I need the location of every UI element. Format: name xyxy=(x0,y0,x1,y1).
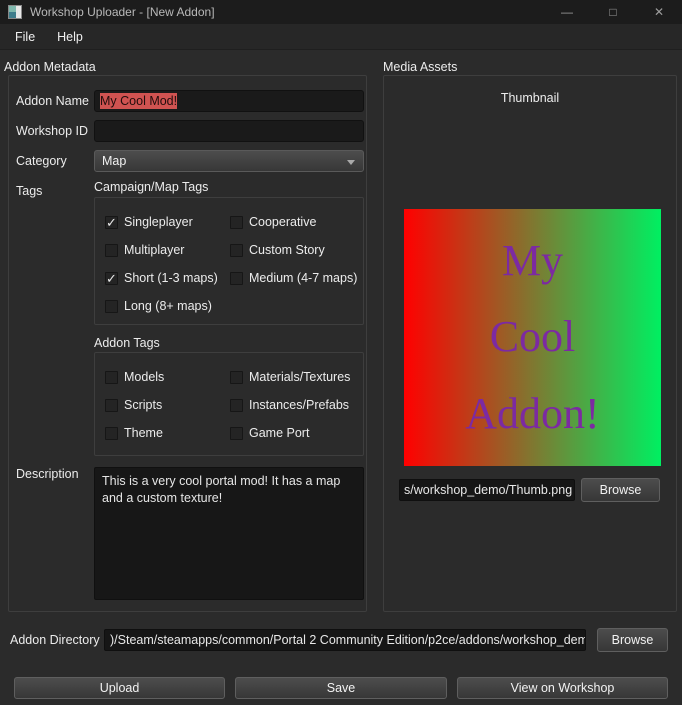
category-label: Category xyxy=(16,150,67,172)
thumbnail-path-input[interactable]: s/workshop_demo/Thumb.png xyxy=(399,479,575,501)
addon-tags-title: Addon Tags xyxy=(94,336,160,350)
media-assets-section-title: Media Assets xyxy=(383,60,457,74)
checkbox-label: Cooperative xyxy=(249,215,316,229)
addon-directory-input[interactable]: )/Steam/steamapps/common/Portal 2 Commun… xyxy=(104,629,586,651)
campaign-tags-title: Campaign/Map Tags xyxy=(94,180,208,194)
checkbox-item[interactable]: Multiplayer xyxy=(105,243,230,257)
checkbox-label: Theme xyxy=(124,426,163,440)
unchecked-checkbox[interactable] xyxy=(230,244,243,257)
checked-checkbox[interactable]: ✓ xyxy=(105,272,118,285)
title-bar[interactable]: Workshop Uploader - [New Addon] — □ ✕ xyxy=(0,0,682,24)
thumbnail-browse-button[interactable]: Browse xyxy=(581,478,660,502)
thumbnail-caption: Thumbnail xyxy=(384,91,676,105)
tags-label: Tags xyxy=(16,180,42,202)
addon-name-label: Addon Name xyxy=(16,90,89,112)
unchecked-checkbox[interactable] xyxy=(105,371,118,384)
menu-bar: File Help xyxy=(0,24,682,50)
close-icon[interactable]: ✕ xyxy=(636,0,682,24)
addon-directory-browse-button[interactable]: Browse xyxy=(597,628,668,652)
checkbox-item[interactable]: Custom Story xyxy=(230,243,363,257)
minimize-icon[interactable]: — xyxy=(544,0,590,24)
view-on-workshop-button[interactable]: View on Workshop xyxy=(457,677,668,699)
description-textarea[interactable]: This is a very cool portal mod! It has a… xyxy=(94,467,364,600)
checkbox-item[interactable]: Cooperative xyxy=(230,215,363,229)
menu-help[interactable]: Help xyxy=(48,27,92,47)
addon-metadata-section-title: Addon Metadata xyxy=(4,60,96,74)
checkbox-label: Medium (4-7 maps) xyxy=(249,271,357,285)
thumbnail-text-line: Addon! xyxy=(465,392,599,436)
save-button[interactable]: Save xyxy=(235,677,447,699)
unchecked-checkbox[interactable] xyxy=(230,427,243,440)
thumbnail-image: My Cool Addon! xyxy=(404,209,661,466)
maximize-icon[interactable]: □ xyxy=(590,0,636,24)
checkbox-label: Game Port xyxy=(249,426,309,440)
addon-metadata-group: Addon Name My Cool Mod! Workshop ID Cate… xyxy=(8,75,367,612)
unchecked-checkbox[interactable] xyxy=(105,244,118,257)
window-controls: — □ ✕ xyxy=(544,0,682,24)
addon-name-input[interactable]: My Cool Mod! xyxy=(94,90,364,112)
description-label: Description xyxy=(16,463,79,485)
checkbox-label: Scripts xyxy=(124,398,162,412)
workshop-id-label: Workshop ID xyxy=(16,120,88,142)
thumbnail-text-line: Cool xyxy=(490,315,576,359)
checkbox-item[interactable]: Long (8+ maps) xyxy=(105,299,230,313)
checkbox-label: Materials/Textures xyxy=(249,370,350,384)
window-title: Workshop Uploader - [New Addon] xyxy=(30,5,215,19)
checkbox-label: Long (8+ maps) xyxy=(124,299,212,313)
chevron-down-icon xyxy=(347,160,355,165)
checkbox-item[interactable]: Scripts xyxy=(105,398,230,412)
media-assets-group: Thumbnail My Cool Addon! s/workshop_demo… xyxy=(383,75,677,612)
unchecked-checkbox[interactable] xyxy=(230,272,243,285)
checkbox-item[interactable]: Medium (4-7 maps) xyxy=(230,271,363,285)
addon-directory-label: Addon Directory xyxy=(10,629,100,651)
unchecked-checkbox[interactable] xyxy=(105,300,118,313)
checkbox-item[interactable]: Theme xyxy=(105,426,230,440)
unchecked-checkbox[interactable] xyxy=(230,371,243,384)
checkbox-item[interactable]: ✓ Singleplayer xyxy=(105,215,230,229)
checkbox-label: Multiplayer xyxy=(124,243,184,257)
upload-button[interactable]: Upload xyxy=(14,677,225,699)
campaign-tags-grid: ✓ Singleplayer Cooperative Multiplayer Custo… xyxy=(95,198,363,320)
workshop-uploader-window: Workshop Uploader - [New Addon] — □ ✕ Fi… xyxy=(0,0,682,705)
checkbox-label: Models xyxy=(124,370,164,384)
addon-tags-group: Models Materials/Textures Scripts Instances… xyxy=(94,352,364,456)
checkbox-label: Singleplayer xyxy=(124,215,193,229)
category-dropdown[interactable]: Map xyxy=(94,150,364,172)
addon-tags-grid: Models Materials/Textures Scripts Instances… xyxy=(95,353,363,447)
menu-file[interactable]: File xyxy=(6,27,44,47)
checkbox-item[interactable]: Instances/Prefabs xyxy=(230,398,363,412)
checked-checkbox[interactable]: ✓ xyxy=(105,216,118,229)
checkbox-label: Short (1-3 maps) xyxy=(124,271,218,285)
category-value: Map xyxy=(102,154,126,168)
checkbox-label: Instances/Prefabs xyxy=(249,398,349,412)
unchecked-checkbox[interactable] xyxy=(105,427,118,440)
checkbox-item[interactable]: ✓ Short (1-3 maps) xyxy=(105,271,230,285)
addon-name-selected-text: My Cool Mod! xyxy=(100,93,177,109)
checkbox-item[interactable]: Models xyxy=(105,370,230,384)
thumbnail-text-line: My xyxy=(502,239,563,283)
unchecked-checkbox[interactable] xyxy=(230,399,243,412)
campaign-tags-group: ✓ Singleplayer Cooperative Multiplayer Custo… xyxy=(94,197,364,325)
unchecked-checkbox[interactable] xyxy=(230,216,243,229)
app-icon xyxy=(8,5,22,19)
workshop-id-input[interactable] xyxy=(94,120,364,142)
checkbox-item[interactable]: Game Port xyxy=(230,426,363,440)
checkbox-item[interactable]: Materials/Textures xyxy=(230,370,363,384)
unchecked-checkbox[interactable] xyxy=(105,399,118,412)
checkbox-label: Custom Story xyxy=(249,243,325,257)
